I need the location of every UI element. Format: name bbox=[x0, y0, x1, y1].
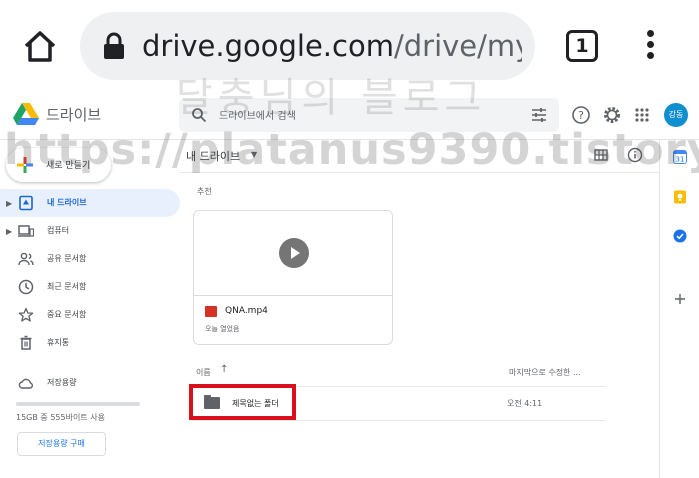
column-header-modified[interactable]: 마지막으로 수정한 ... bbox=[509, 367, 581, 378]
help-icon[interactable]: ? bbox=[571, 105, 591, 125]
svg-text:?: ? bbox=[578, 109, 584, 122]
watermark-url: https://platanus9390.tistory.com bbox=[4, 125, 699, 175]
star-icon bbox=[18, 307, 34, 322]
sidebar-item-label: 공유 문서함 bbox=[47, 254, 87, 263]
sidebar-item-my-drive[interactable]: ▶ 내 드라이브 bbox=[0, 189, 180, 217]
url-text: drive.google.com/drive/my- bbox=[142, 26, 522, 66]
trash-icon bbox=[20, 335, 32, 350]
file-opened-info: 오늘 열었음 bbox=[205, 325, 240, 333]
sidebar-item-label: 내 드라이브 bbox=[47, 198, 87, 207]
sidebar-item-label: 컴퓨터 bbox=[47, 226, 70, 235]
add-addon-icon[interactable] bbox=[673, 292, 687, 306]
highlight-annotation bbox=[189, 384, 296, 420]
file-name: QNA.mp4 bbox=[225, 306, 268, 316]
cloud-icon bbox=[18, 378, 33, 389]
keep-icon[interactable] bbox=[673, 190, 687, 204]
more-menu-icon[interactable] bbox=[644, 30, 656, 64]
expand-caret-icon[interactable]: ▶ bbox=[6, 199, 12, 208]
sidebar-item-label: 휴지통 bbox=[47, 338, 70, 347]
clock-icon bbox=[18, 279, 34, 295]
watermark-korean: 달충님의 블로그 bbox=[176, 75, 487, 121]
lock-icon bbox=[104, 32, 124, 59]
my-drive-icon bbox=[19, 195, 33, 211]
url-host: drive.google.com bbox=[142, 29, 394, 63]
column-header-name[interactable]: 이름 bbox=[196, 367, 211, 378]
sidebar-item-starred[interactable]: 중요 문서함 bbox=[0, 301, 180, 329]
suggested-heading: 추천 bbox=[197, 187, 212, 196]
sidebar-item-computers[interactable]: ▶ 컴퓨터 bbox=[0, 217, 180, 245]
storage-usage-text: 15GB 중 555바이트 사용 bbox=[16, 413, 105, 422]
file-thumbnail bbox=[194, 211, 392, 296]
row-divider bbox=[192, 420, 606, 421]
storage-usage-bar bbox=[16, 402, 140, 406]
search-options-icon[interactable] bbox=[531, 107, 547, 123]
sort-arrow-up-icon[interactable]: ↑ bbox=[220, 364, 228, 375]
suggested-file-card[interactable]: QNA.mp4 오늘 열었음 bbox=[193, 210, 393, 345]
url-path: /drive/my- bbox=[393, 29, 522, 63]
play-icon bbox=[279, 238, 309, 268]
sidebar-item-recent[interactable]: 최근 문서함 bbox=[0, 273, 180, 301]
folder-modified-time: 오전 4:11 bbox=[507, 399, 543, 408]
app-title: 드라이브 bbox=[46, 106, 102, 124]
avatar[interactable]: 강동 bbox=[664, 103, 688, 127]
settings-icon[interactable] bbox=[602, 105, 622, 125]
sidebar-item-label: 최근 문서함 bbox=[47, 282, 87, 291]
sidebar-item-shared[interactable]: 공유 문서함 bbox=[0, 245, 180, 273]
drive-logo-icon[interactable] bbox=[13, 102, 39, 126]
shared-people-icon bbox=[18, 252, 34, 266]
home-icon[interactable] bbox=[20, 26, 60, 66]
buy-storage-button[interactable]: 저장용량 구매 bbox=[17, 432, 106, 456]
computer-icon bbox=[18, 225, 34, 237]
expand-caret-icon[interactable]: ▶ bbox=[6, 227, 12, 236]
sidebar-item-storage[interactable]: 저장용량 bbox=[0, 369, 180, 397]
tasks-icon[interactable] bbox=[673, 229, 687, 243]
side-panel-divider bbox=[659, 140, 660, 478]
tab-switcher-button[interactable]: 1 bbox=[566, 30, 598, 62]
video-file-icon bbox=[205, 306, 217, 317]
sidebar-item-trash[interactable]: 휴지통 bbox=[0, 329, 180, 357]
apps-grid-icon[interactable] bbox=[632, 105, 652, 125]
sidebar-item-label: 중요 문서함 bbox=[47, 310, 87, 319]
sidebar-item-label: 저장용량 bbox=[47, 378, 77, 387]
